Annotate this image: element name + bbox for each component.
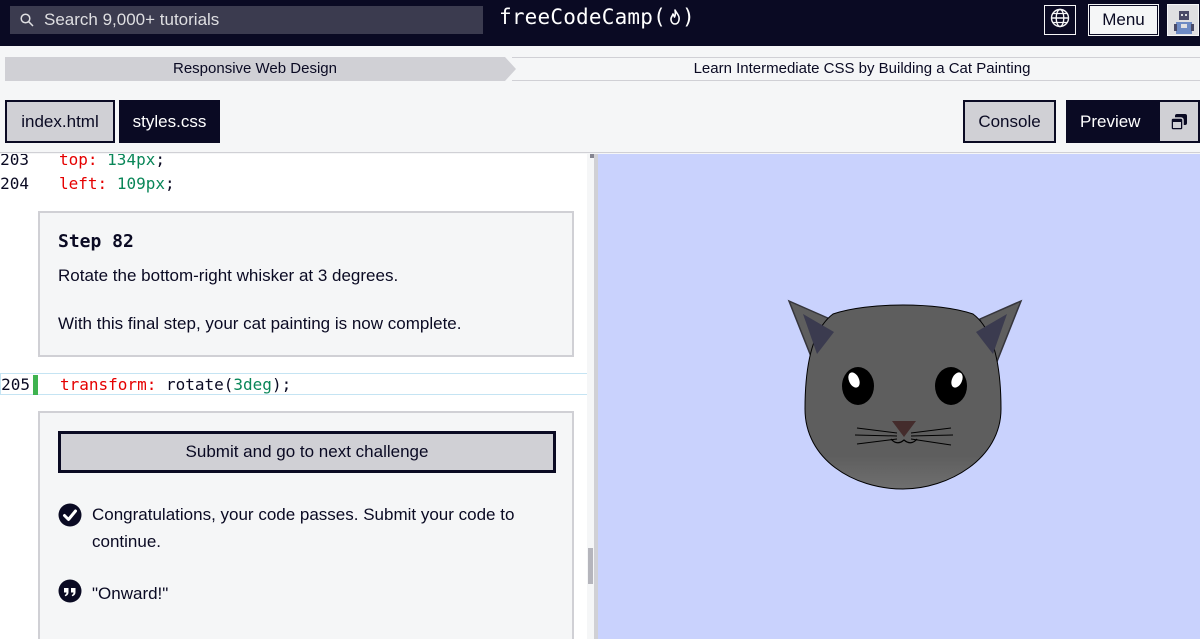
line-number: 204: [0, 173, 29, 193]
top-nav: freeCodeCamp( ) Menu: [0, 0, 1200, 46]
code-text: transform: rotate(3deg);: [60, 375, 291, 394]
line-number: 205: [1, 374, 30, 394]
breadcrumb-superblock[interactable]: Responsive Web Design: [5, 57, 516, 81]
search-icon: [10, 13, 44, 27]
logo[interactable]: freeCodeCamp( ): [499, 5, 695, 29]
css-terminator: ;: [155, 154, 165, 169]
avatar-icon[interactable]: [1167, 4, 1199, 36]
encouragement: "Onward!": [58, 579, 168, 608]
pass-message: Congratulations, your code passes. Submi…: [58, 501, 548, 555]
tab-styles-css[interactable]: styles.css: [119, 100, 220, 143]
logo-text: freeCodeCamp(: [499, 5, 666, 29]
css-value: 3deg: [233, 374, 272, 394]
breadcrumb-superblock-label: Responsive Web Design: [173, 60, 337, 77]
css-function: rotate(: [165, 374, 234, 394]
menu-button[interactable]: Menu: [1088, 4, 1159, 36]
code-line[interactable]: 204 left: 109px;: [0, 172, 594, 194]
breadcrumb-block-label: Learn Intermediate CSS by Building a Cat…: [693, 60, 1031, 77]
pass-text: Congratulations, your code passes. Submi…: [92, 505, 515, 551]
css-property: left:: [59, 173, 108, 193]
language-button[interactable]: [1044, 5, 1076, 35]
quote-icon: [58, 579, 82, 608]
cat-head: [804, 304, 1002, 490]
code-line[interactable]: 203 top: 134px;: [0, 154, 594, 170]
instruction-note: With this final step, your cat painting …: [58, 314, 462, 333]
search-bar[interactable]: [10, 6, 483, 34]
logo-close: ): [681, 5, 695, 29]
css-property: transform:: [60, 374, 157, 394]
test-results-panel: Submit and go to next challenge Congratu…: [38, 411, 574, 639]
css-function-close: );: [271, 374, 292, 394]
breadcrumb: Responsive Web Design Learn Intermediate…: [0, 46, 1200, 92]
line-number: 203: [0, 154, 29, 169]
preview-label: Preview: [1080, 111, 1141, 131]
editor-tabs: index.html styles.css Console Preview: [0, 92, 1200, 153]
breadcrumb-block[interactable]: Learn Intermediate CSS by Building a Cat…: [512, 57, 1200, 81]
quote-text: "Onward!": [92, 583, 169, 603]
editable-code-line[interactable]: 205 transform: rotate(3deg);: [0, 373, 594, 395]
cat-right-eye: [935, 367, 967, 405]
preview-toggle-button[interactable]: Preview: [1066, 100, 1200, 143]
submit-button[interactable]: Submit and go to next challenge: [58, 431, 556, 473]
css-value: 109px: [116, 173, 165, 193]
tab-index-html[interactable]: index.html: [5, 100, 115, 143]
css-terminator: ;: [164, 173, 175, 193]
preview-pane: [598, 154, 1200, 639]
css-property: top:: [59, 154, 98, 169]
css-value: 134px: [107, 154, 156, 169]
console-toggle-button[interactable]: Console: [963, 100, 1056, 143]
instruction-text: Rotate the bottom-right whisker at 3 deg…: [58, 266, 399, 285]
preview-window-icon[interactable]: [1158, 100, 1200, 143]
instructions-panel: Step 82 Rotate the bottom-right whisker …: [38, 211, 574, 357]
edit-region-marker: [33, 375, 38, 395]
editor-scrollbar-thumb[interactable]: [588, 548, 593, 584]
cat-painting: [787, 299, 1023, 490]
code-editor[interactable]: 203 top: 134px; 204 left: 109px; Step 82…: [0, 154, 594, 639]
code-text: left: 109px;: [59, 174, 175, 193]
check-circle-icon: [58, 503, 82, 527]
globe-icon: [1050, 8, 1070, 33]
search-input[interactable]: [44, 6, 483, 34]
code-text: top: 134px;: [59, 154, 165, 169]
flame-icon: [668, 8, 682, 26]
step-title: Step 82: [58, 231, 134, 252]
